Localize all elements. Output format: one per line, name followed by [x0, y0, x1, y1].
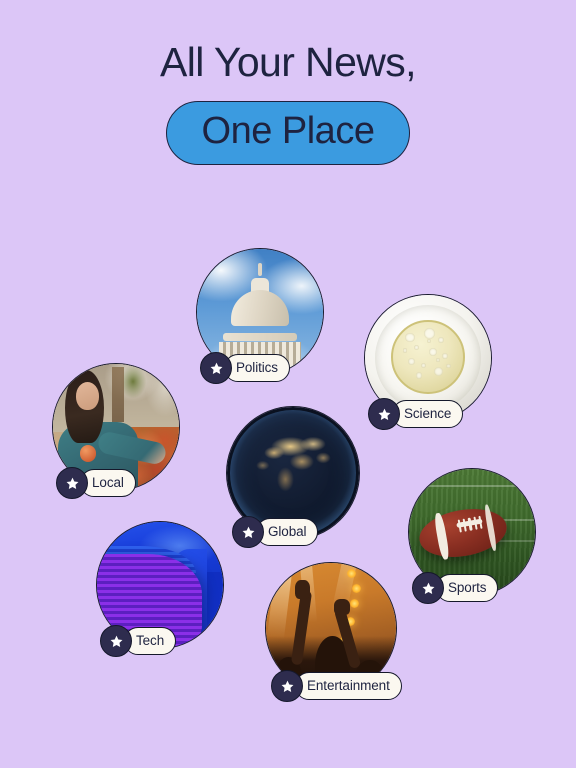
star-icon — [56, 467, 88, 499]
category-bubble-science[interactable]: Science — [364, 294, 492, 430]
category-label-science: Science — [392, 399, 464, 429]
promo-screen: All Your News, One Place Politics Scienc… — [0, 0, 576, 768]
category-tag-sports[interactable]: Sports — [412, 572, 499, 604]
star-icon — [412, 572, 444, 604]
category-label-entertainment: Entertainment — [295, 671, 402, 701]
one-place-cta-button[interactable]: One Place — [165, 101, 411, 165]
category-bubble-entertainment[interactable]: Entertainment — [265, 562, 402, 702]
star-icon — [368, 398, 400, 430]
star-icon — [200, 352, 232, 384]
category-bubble-global[interactable]: Global — [226, 406, 360, 548]
category-bubble-politics[interactable]: Politics — [196, 248, 324, 384]
category-label-global: Global — [256, 517, 319, 547]
category-tag-science[interactable]: Science — [368, 398, 464, 430]
category-tag-entertainment[interactable]: Entertainment — [271, 670, 402, 702]
category-label-local: Local — [80, 468, 136, 498]
category-label-politics: Politics — [224, 353, 290, 383]
category-bubble-local[interactable]: Local — [52, 363, 180, 499]
category-bubble-sports[interactable]: Sports — [408, 468, 536, 604]
category-tag-tech[interactable]: Tech — [100, 625, 177, 657]
star-icon — [271, 670, 303, 702]
star-icon — [232, 516, 264, 548]
star-icon — [100, 625, 132, 657]
category-tag-politics[interactable]: Politics — [200, 352, 290, 384]
page-title: All Your News, — [160, 39, 417, 85]
category-label-sports: Sports — [436, 573, 499, 603]
category-tag-global[interactable]: Global — [232, 516, 319, 548]
category-bubble-tech[interactable]: Tech — [96, 521, 224, 657]
cta-wrapper: One Place — [0, 101, 576, 165]
category-tag-local[interactable]: Local — [56, 467, 136, 499]
